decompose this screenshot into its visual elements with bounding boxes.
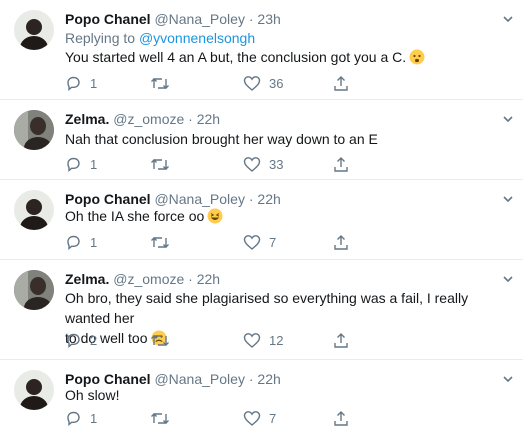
tweet[interactable]: Popo Chanel @Nana_Poley · 23h Replying t… <box>0 0 523 100</box>
tweet[interactable]: Zelma. @z_omoze · 22h Nah that conclusio… <box>0 100 523 180</box>
separator: · <box>248 191 254 207</box>
handle[interactable]: @z_omoze <box>113 271 184 287</box>
share-icon <box>334 332 348 348</box>
avatar[interactable] <box>14 10 54 50</box>
chevron-down-icon[interactable] <box>501 112 515 126</box>
replying-to-link[interactable]: @yvonnenelsongh <box>139 30 255 46</box>
reply-count: 1 <box>90 75 98 91</box>
handle[interactable]: @z_omoze <box>113 111 184 127</box>
retweet-button[interactable] <box>150 154 178 174</box>
like-button[interactable]: 7 <box>243 232 276 252</box>
reply-icon <box>67 333 80 348</box>
retweet-button[interactable] <box>150 232 178 252</box>
reply-count: 2 <box>90 332 98 348</box>
replying-to-label: Replying to <box>65 30 136 46</box>
separator: · <box>188 271 193 287</box>
heart-icon <box>243 75 261 91</box>
tweet[interactable]: Popo Chanel @Nana_Poley · 22h Oh the IA … <box>0 180 523 260</box>
reply-icon <box>67 157 80 172</box>
display-name[interactable]: Zelma. <box>65 111 109 127</box>
share-button[interactable] <box>333 408 349 428</box>
tweet-text-line: Oh bro, they said she plagiarised so eve… <box>65 290 469 326</box>
tweet[interactable]: Popo Chanel @Nana_Poley · 22h Oh slow! 1… <box>0 360 523 442</box>
share-button[interactable] <box>333 73 349 93</box>
reply-button[interactable]: 1 <box>65 154 97 174</box>
share-icon <box>334 75 348 91</box>
like-count: 12 <box>269 332 284 348</box>
like-count: 7 <box>269 234 277 250</box>
handle[interactable]: @Nana_Poley <box>154 11 245 27</box>
retweet-icon <box>151 158 169 170</box>
display-name[interactable]: Popo Chanel <box>65 11 151 27</box>
chevron-down-icon[interactable] <box>501 12 515 26</box>
like-count: 36 <box>269 75 284 91</box>
avatar[interactable] <box>14 270 54 310</box>
avatar[interactable] <box>14 190 54 230</box>
worried-face-icon <box>409 49 425 65</box>
retweet-button[interactable] <box>150 330 178 350</box>
share-icon <box>334 410 348 426</box>
share-icon <box>334 234 348 250</box>
display-name[interactable]: Popo Chanel <box>65 191 151 207</box>
retweet-button[interactable] <box>150 408 178 428</box>
reply-button[interactable]: 1 <box>65 73 97 93</box>
reply-icon <box>67 76 80 91</box>
reply-icon <box>67 411 80 426</box>
display-name[interactable]: Zelma. <box>65 271 109 287</box>
separator: · <box>188 111 193 127</box>
like-count: 33 <box>269 156 284 172</box>
retweet-button[interactable] <box>150 73 178 93</box>
reply-count: 1 <box>90 234 98 250</box>
tweet[interactable]: Zelma. @z_omoze · 22h Oh bro, they said … <box>0 260 523 360</box>
chevron-down-icon[interactable] <box>501 192 515 206</box>
tweet-text: Oh slow! <box>65 387 120 403</box>
avatar[interactable] <box>14 370 54 410</box>
reply-button[interactable]: 2 <box>65 330 97 350</box>
share-icon <box>334 156 348 172</box>
timestamp[interactable]: 22h <box>197 111 220 127</box>
heart-icon <box>243 156 261 172</box>
reply-button[interactable]: 1 <box>65 232 97 252</box>
tweet-text: Oh the IA she force oo <box>65 208 205 224</box>
avatar[interactable] <box>14 110 54 150</box>
reply-count: 1 <box>90 410 98 426</box>
like-button[interactable]: 36 <box>243 73 283 93</box>
timestamp[interactable]: 22h <box>197 271 220 287</box>
share-button[interactable] <box>333 154 349 174</box>
reply-count: 1 <box>90 156 98 172</box>
like-button[interactable]: 33 <box>243 154 283 174</box>
heart-icon <box>243 410 261 426</box>
grinning-squinting-face-icon <box>207 208 223 224</box>
chevron-down-icon[interactable] <box>501 372 515 386</box>
separator: · <box>248 11 254 27</box>
timestamp[interactable]: 22h <box>257 191 280 207</box>
like-button[interactable]: 7 <box>243 408 276 428</box>
chevron-down-icon[interactable] <box>501 272 515 286</box>
heart-icon <box>243 332 261 348</box>
share-button[interactable] <box>333 330 349 350</box>
reply-button[interactable]: 1 <box>65 408 97 428</box>
tweet-text: Nah that conclusion brought her way down… <box>65 131 378 147</box>
retweet-icon <box>151 236 169 248</box>
retweet-icon <box>151 77 169 89</box>
reply-thread: Popo Chanel @Nana_Poley · 23h Replying t… <box>0 0 523 442</box>
tweet-text: You started well 4 an A but, the conclus… <box>65 49 407 65</box>
reply-icon <box>67 235 80 250</box>
timestamp[interactable]: 23h <box>257 11 280 27</box>
handle[interactable]: @Nana_Poley <box>154 191 245 207</box>
share-button[interactable] <box>333 232 349 252</box>
heart-icon <box>243 234 261 250</box>
like-count: 7 <box>269 410 277 426</box>
like-button[interactable]: 12 <box>243 330 283 350</box>
retweet-icon <box>151 412 169 424</box>
retweet-icon <box>151 334 169 346</box>
